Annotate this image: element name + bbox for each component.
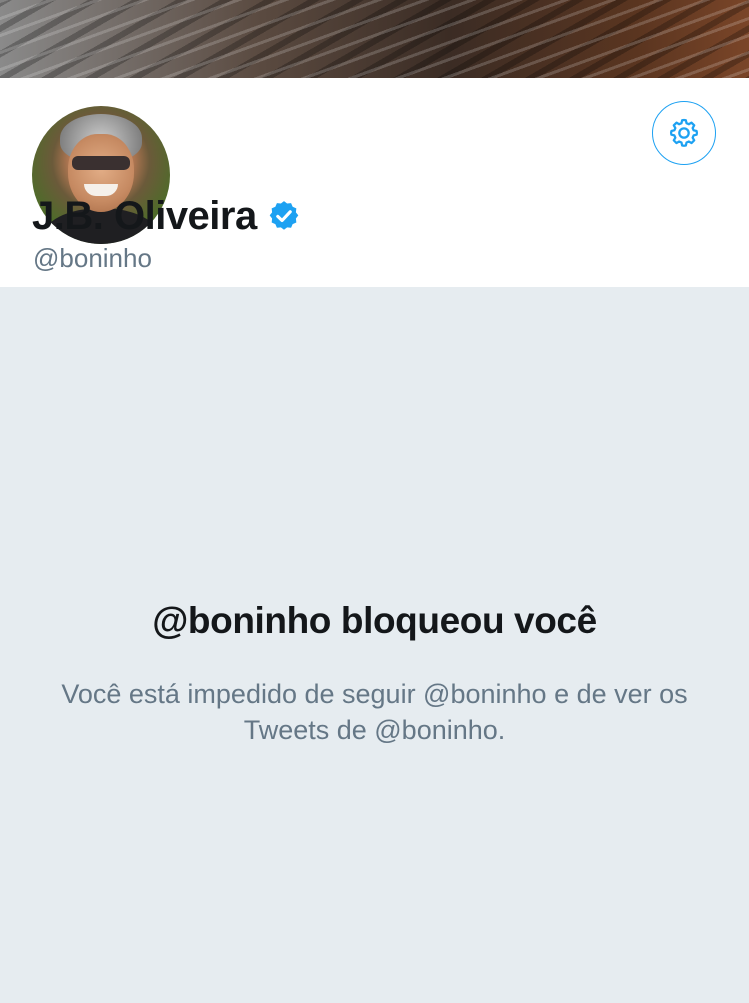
blocked-description: Você está impedido de seguir @boninho e … (61, 679, 688, 745)
profile-banner[interactable] (0, 0, 749, 78)
profile-handle: @boninho (33, 243, 152, 273)
name-row: J.B. Oliveira (32, 192, 301, 240)
blocked-title: @boninho bloqueou você (152, 600, 597, 641)
settings-button[interactable] (652, 101, 716, 165)
display-name: J.B. Oliveira (32, 193, 257, 238)
verified-badge-icon (269, 201, 299, 230)
gear-icon (669, 118, 699, 147)
profile-header: J.B. Oliveira @boninho (0, 78, 749, 287)
